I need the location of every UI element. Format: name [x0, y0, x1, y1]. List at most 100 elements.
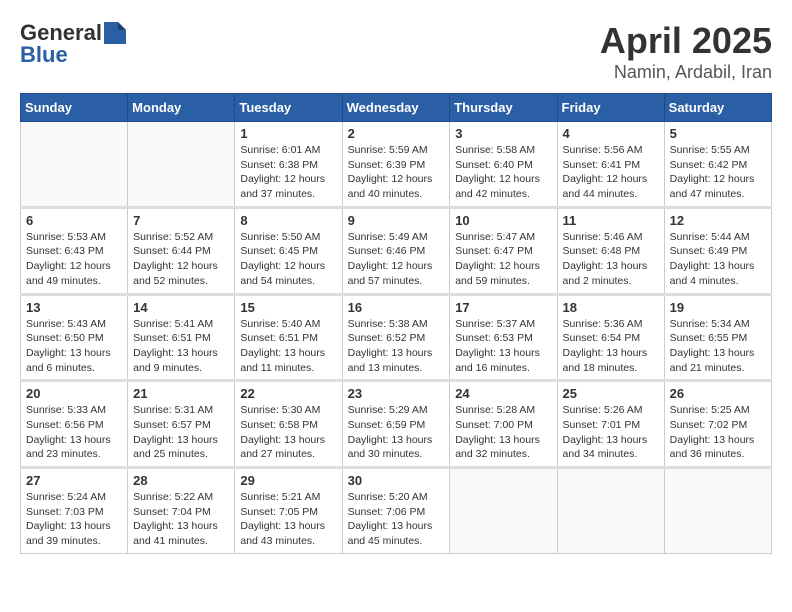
day-number: 5	[670, 126, 766, 141]
calendar-table: SundayMondayTuesdayWednesdayThursdayFrid…	[20, 93, 772, 554]
day-info: Sunrise: 5:33 AMSunset: 6:56 PMDaylight:…	[26, 403, 122, 462]
calendar-month-title: April 2025	[600, 20, 772, 62]
weekday-header: Wednesday	[342, 94, 450, 122]
calendar-day-cell: 5 Sunrise: 5:55 AMSunset: 6:42 PMDaylight…	[664, 122, 771, 208]
page-header: General Blue April 2025 Namin, Ardabil, …	[20, 20, 772, 83]
day-info: Sunrise: 5:44 AMSunset: 6:49 PMDaylight:…	[670, 230, 766, 289]
day-number: 24	[455, 386, 551, 401]
day-number: 22	[240, 386, 336, 401]
calendar-day-cell: 11 Sunrise: 5:46 AMSunset: 6:48 PMDayligh…	[557, 207, 664, 294]
day-info: Sunrise: 5:24 AMSunset: 7:03 PMDaylight:…	[26, 490, 122, 549]
calendar-week-row: 20 Sunrise: 5:33 AMSunset: 6:56 PMDayligh…	[21, 381, 772, 468]
day-number: 29	[240, 473, 336, 488]
weekday-header: Monday	[128, 94, 235, 122]
calendar-day-cell	[450, 468, 557, 554]
day-info: Sunrise: 5:47 AMSunset: 6:47 PMDaylight:…	[455, 230, 551, 289]
calendar-day-cell: 17 Sunrise: 5:37 AMSunset: 6:53 PMDayligh…	[450, 294, 557, 381]
day-number: 8	[240, 213, 336, 228]
calendar-week-row: 13Sunrise: 5:43 AMSunset: 6:50 PMDayligh…	[21, 294, 772, 381]
day-info: Sunrise: 5:31 AMSunset: 6:57 PMDaylight:…	[133, 403, 229, 462]
day-number: 7	[133, 213, 229, 228]
calendar-day-cell: 9 Sunrise: 5:49 AMSunset: 6:46 PMDaylight…	[342, 207, 450, 294]
calendar-day-cell: 24 Sunrise: 5:28 AMSunset: 7:00 PMDayligh…	[450, 381, 557, 468]
day-number: 23	[348, 386, 445, 401]
day-number: 16	[348, 300, 445, 315]
calendar-day-cell: 10 Sunrise: 5:47 AMSunset: 6:47 PMDayligh…	[450, 207, 557, 294]
day-info: Sunrise: 5:20 AMSunset: 7:06 PMDaylight:…	[348, 490, 445, 549]
calendar-day-cell: 27 Sunrise: 5:24 AMSunset: 7:03 PMDayligh…	[21, 468, 128, 554]
calendar-week-row: 6 Sunrise: 5:53 AMSunset: 6:43 PMDaylight…	[21, 207, 772, 294]
day-number: 11	[563, 213, 659, 228]
day-info: Sunrise: 5:55 AMSunset: 6:42 PMDaylight:…	[670, 143, 766, 202]
weekday-header: Friday	[557, 94, 664, 122]
day-info: Sunrise: 5:52 AMSunset: 6:44 PMDaylight:…	[133, 230, 229, 289]
day-info: Sunrise: 5:58 AMSunset: 6:40 PMDaylight:…	[455, 143, 551, 202]
calendar-day-cell: 3 Sunrise: 5:58 AMSunset: 6:40 PMDaylight…	[450, 122, 557, 208]
day-number: 14	[133, 300, 229, 315]
day-info: Sunrise: 5:56 AMSunset: 6:41 PMDaylight:…	[563, 143, 659, 202]
calendar-week-row: 27 Sunrise: 5:24 AMSunset: 7:03 PMDayligh…	[21, 468, 772, 554]
day-number: 10	[455, 213, 551, 228]
day-info: Sunrise: 5:29 AMSunset: 6:59 PMDaylight:…	[348, 403, 445, 462]
day-info: Sunrise: 5:40 AMSunset: 6:51 PMDaylight:…	[240, 317, 336, 376]
day-number: 1	[240, 126, 336, 141]
day-info: Sunrise: 5:21 AMSunset: 7:05 PMDaylight:…	[240, 490, 336, 549]
calendar-day-cell: 1 Sunrise: 6:01 AMSunset: 6:38 PMDaylight…	[235, 122, 342, 208]
day-info: Sunrise: 5:49 AMSunset: 6:46 PMDaylight:…	[348, 230, 445, 289]
day-info: Sunrise: 5:59 AMSunset: 6:39 PMDaylight:…	[348, 143, 445, 202]
day-number: 13	[26, 300, 122, 315]
day-number: 9	[348, 213, 445, 228]
calendar-day-cell	[557, 468, 664, 554]
calendar-day-cell: 6 Sunrise: 5:53 AMSunset: 6:43 PMDaylight…	[21, 207, 128, 294]
calendar-title-block: April 2025 Namin, Ardabil, Iran	[600, 20, 772, 83]
day-number: 30	[348, 473, 445, 488]
day-info: Sunrise: 5:25 AMSunset: 7:02 PMDaylight:…	[670, 403, 766, 462]
calendar-day-cell	[21, 122, 128, 208]
day-number: 15	[240, 300, 336, 315]
calendar-day-cell: 18 Sunrise: 5:36 AMSunset: 6:54 PMDayligh…	[557, 294, 664, 381]
day-number: 18	[563, 300, 659, 315]
day-info: Sunrise: 5:53 AMSunset: 6:43 PMDaylight:…	[26, 230, 122, 289]
calendar-day-cell: 22 Sunrise: 5:30 AMSunset: 6:58 PMDayligh…	[235, 381, 342, 468]
calendar-day-cell: 15 Sunrise: 5:40 AMSunset: 6:51 PMDayligh…	[235, 294, 342, 381]
calendar-day-cell: 28 Sunrise: 5:22 AMSunset: 7:04 PMDayligh…	[128, 468, 235, 554]
day-number: 17	[455, 300, 551, 315]
calendar-day-cell: 14 Sunrise: 5:41 AMSunset: 6:51 PMDayligh…	[128, 294, 235, 381]
calendar-location: Namin, Ardabil, Iran	[600, 62, 772, 83]
weekday-header: Tuesday	[235, 94, 342, 122]
calendar-week-row: 1 Sunrise: 6:01 AMSunset: 6:38 PMDaylight…	[21, 122, 772, 208]
day-number: 20	[26, 386, 122, 401]
day-number: 28	[133, 473, 229, 488]
calendar-day-cell: 7 Sunrise: 5:52 AMSunset: 6:44 PMDaylight…	[128, 207, 235, 294]
day-info: Sunrise: 5:37 AMSunset: 6:53 PMDaylight:…	[455, 317, 551, 376]
day-info: Sunrise: 6:01 AMSunset: 6:38 PMDaylight:…	[240, 143, 336, 202]
day-info: Sunrise: 5:26 AMSunset: 7:01 PMDaylight:…	[563, 403, 659, 462]
day-number: 4	[563, 126, 659, 141]
calendar-day-cell: 23 Sunrise: 5:29 AMSunset: 6:59 PMDayligh…	[342, 381, 450, 468]
day-info: Sunrise: 5:38 AMSunset: 6:52 PMDaylight:…	[348, 317, 445, 376]
day-info: Sunrise: 5:46 AMSunset: 6:48 PMDaylight:…	[563, 230, 659, 289]
calendar-day-cell: 8Sunrise: 5:50 AMSunset: 6:45 PMDaylight…	[235, 207, 342, 294]
day-info: Sunrise: 5:28 AMSunset: 7:00 PMDaylight:…	[455, 403, 551, 462]
day-number: 19	[670, 300, 766, 315]
day-info: Sunrise: 5:22 AMSunset: 7:04 PMDaylight:…	[133, 490, 229, 549]
calendar-day-cell: 29 Sunrise: 5:21 AMSunset: 7:05 PMDayligh…	[235, 468, 342, 554]
calendar-day-cell: 30 Sunrise: 5:20 AMSunset: 7:06 PMDayligh…	[342, 468, 450, 554]
calendar-day-cell: 4 Sunrise: 5:56 AMSunset: 6:41 PMDaylight…	[557, 122, 664, 208]
day-info: Sunrise: 5:30 AMSunset: 6:58 PMDaylight:…	[240, 403, 336, 462]
day-number: 26	[670, 386, 766, 401]
day-number: 3	[455, 126, 551, 141]
calendar-day-cell: 20 Sunrise: 5:33 AMSunset: 6:56 PMDayligh…	[21, 381, 128, 468]
logo: General Blue	[20, 20, 126, 68]
calendar-day-cell: 13Sunrise: 5:43 AMSunset: 6:50 PMDayligh…	[21, 294, 128, 381]
calendar-header-row: SundayMondayTuesdayWednesdayThursdayFrid…	[21, 94, 772, 122]
day-number: 6	[26, 213, 122, 228]
weekday-header: Saturday	[664, 94, 771, 122]
weekday-header: Sunday	[21, 94, 128, 122]
day-number: 27	[26, 473, 122, 488]
calendar-day-cell: 2Sunrise: 5:59 AMSunset: 6:39 PMDaylight…	[342, 122, 450, 208]
day-info: Sunrise: 5:34 AMSunset: 6:55 PMDaylight:…	[670, 317, 766, 376]
day-info: Sunrise: 5:36 AMSunset: 6:54 PMDaylight:…	[563, 317, 659, 376]
calendar-day-cell: 26 Sunrise: 5:25 AMSunset: 7:02 PMDayligh…	[664, 381, 771, 468]
day-info: Sunrise: 5:41 AMSunset: 6:51 PMDaylight:…	[133, 317, 229, 376]
